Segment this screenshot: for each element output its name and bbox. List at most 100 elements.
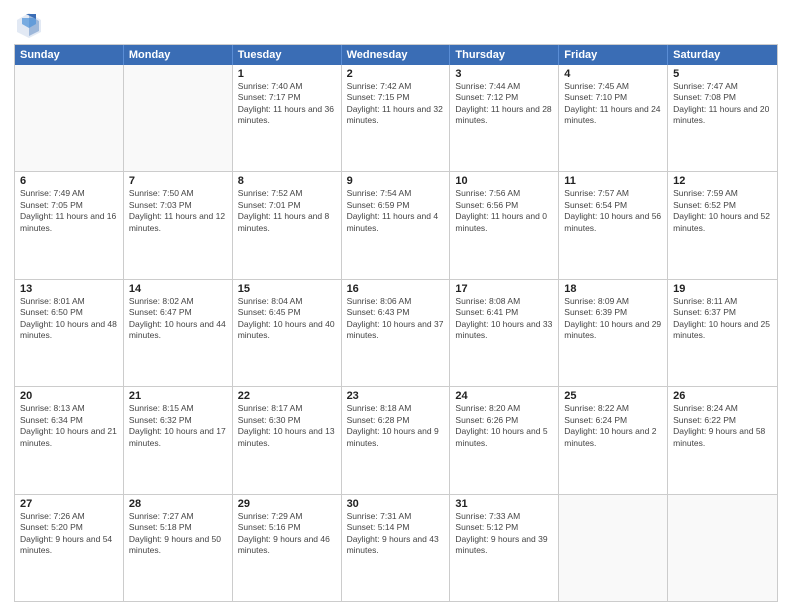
calendar-cell: 8Sunrise: 7:52 AM Sunset: 7:01 PM Daylig… bbox=[233, 172, 342, 278]
cell-content: Sunrise: 7:42 AM Sunset: 7:15 PM Dayligh… bbox=[347, 81, 445, 127]
calendar-row: 6Sunrise: 7:49 AM Sunset: 7:05 PM Daylig… bbox=[15, 172, 777, 279]
calendar-cell: 22Sunrise: 8:17 AM Sunset: 6:30 PM Dayli… bbox=[233, 387, 342, 493]
cell-content: Sunrise: 8:17 AM Sunset: 6:30 PM Dayligh… bbox=[238, 403, 336, 449]
cell-content: Sunrise: 7:57 AM Sunset: 6:54 PM Dayligh… bbox=[564, 188, 662, 234]
calendar-cell: 4Sunrise: 7:45 AM Sunset: 7:10 PM Daylig… bbox=[559, 65, 668, 171]
day-number: 2 bbox=[347, 68, 445, 80]
day-number: 18 bbox=[564, 283, 662, 295]
day-number: 21 bbox=[129, 390, 227, 402]
day-number: 23 bbox=[347, 390, 445, 402]
calendar-cell bbox=[15, 65, 124, 171]
calendar-cell: 27Sunrise: 7:26 AM Sunset: 5:20 PM Dayli… bbox=[15, 495, 124, 601]
day-number: 4 bbox=[564, 68, 662, 80]
calendar-cell: 26Sunrise: 8:24 AM Sunset: 6:22 PM Dayli… bbox=[668, 387, 777, 493]
calendar-cell: 25Sunrise: 8:22 AM Sunset: 6:24 PM Dayli… bbox=[559, 387, 668, 493]
calendar-header-day: Wednesday bbox=[342, 45, 451, 65]
cell-content: Sunrise: 7:26 AM Sunset: 5:20 PM Dayligh… bbox=[20, 511, 118, 557]
day-number: 14 bbox=[129, 283, 227, 295]
calendar-cell: 16Sunrise: 8:06 AM Sunset: 6:43 PM Dayli… bbox=[342, 280, 451, 386]
calendar-cell: 19Sunrise: 8:11 AM Sunset: 6:37 PM Dayli… bbox=[668, 280, 777, 386]
calendar: SundayMondayTuesdayWednesdayThursdayFrid… bbox=[14, 44, 778, 602]
calendar-cell: 24Sunrise: 8:20 AM Sunset: 6:26 PM Dayli… bbox=[450, 387, 559, 493]
calendar-header-day: Sunday bbox=[15, 45, 124, 65]
cell-content: Sunrise: 7:52 AM Sunset: 7:01 PM Dayligh… bbox=[238, 188, 336, 234]
cell-content: Sunrise: 7:50 AM Sunset: 7:03 PM Dayligh… bbox=[129, 188, 227, 234]
cell-content: Sunrise: 7:27 AM Sunset: 5:18 PM Dayligh… bbox=[129, 511, 227, 557]
day-number: 25 bbox=[564, 390, 662, 402]
cell-content: Sunrise: 7:29 AM Sunset: 5:16 PM Dayligh… bbox=[238, 511, 336, 557]
cell-content: Sunrise: 8:04 AM Sunset: 6:45 PM Dayligh… bbox=[238, 296, 336, 342]
day-number: 31 bbox=[455, 498, 553, 510]
day-number: 20 bbox=[20, 390, 118, 402]
calendar-row: 13Sunrise: 8:01 AM Sunset: 6:50 PM Dayli… bbox=[15, 280, 777, 387]
cell-content: Sunrise: 8:20 AM Sunset: 6:26 PM Dayligh… bbox=[455, 403, 553, 449]
cell-content: Sunrise: 8:18 AM Sunset: 6:28 PM Dayligh… bbox=[347, 403, 445, 449]
calendar-cell: 1Sunrise: 7:40 AM Sunset: 7:17 PM Daylig… bbox=[233, 65, 342, 171]
day-number: 26 bbox=[673, 390, 772, 402]
logo bbox=[14, 10, 48, 40]
calendar-cell bbox=[559, 495, 668, 601]
day-number: 30 bbox=[347, 498, 445, 510]
day-number: 6 bbox=[20, 175, 118, 187]
cell-content: Sunrise: 8:24 AM Sunset: 6:22 PM Dayligh… bbox=[673, 403, 772, 449]
calendar-cell: 18Sunrise: 8:09 AM Sunset: 6:39 PM Dayli… bbox=[559, 280, 668, 386]
calendar-cell bbox=[668, 495, 777, 601]
cell-content: Sunrise: 8:22 AM Sunset: 6:24 PM Dayligh… bbox=[564, 403, 662, 449]
cell-content: Sunrise: 8:08 AM Sunset: 6:41 PM Dayligh… bbox=[455, 296, 553, 342]
calendar-header: SundayMondayTuesdayWednesdayThursdayFrid… bbox=[15, 45, 777, 65]
cell-content: Sunrise: 8:15 AM Sunset: 6:32 PM Dayligh… bbox=[129, 403, 227, 449]
calendar-cell: 20Sunrise: 8:13 AM Sunset: 6:34 PM Dayli… bbox=[15, 387, 124, 493]
day-number: 3 bbox=[455, 68, 553, 80]
cell-content: Sunrise: 8:06 AM Sunset: 6:43 PM Dayligh… bbox=[347, 296, 445, 342]
calendar-header-day: Saturday bbox=[668, 45, 777, 65]
cell-content: Sunrise: 7:45 AM Sunset: 7:10 PM Dayligh… bbox=[564, 81, 662, 127]
cell-content: Sunrise: 7:40 AM Sunset: 7:17 PM Dayligh… bbox=[238, 81, 336, 127]
header bbox=[14, 10, 778, 40]
calendar-cell: 6Sunrise: 7:49 AM Sunset: 7:05 PM Daylig… bbox=[15, 172, 124, 278]
cell-content: Sunrise: 7:33 AM Sunset: 5:12 PM Dayligh… bbox=[455, 511, 553, 557]
day-number: 11 bbox=[564, 175, 662, 187]
day-number: 5 bbox=[673, 68, 772, 80]
cell-content: Sunrise: 7:47 AM Sunset: 7:08 PM Dayligh… bbox=[673, 81, 772, 127]
cell-content: Sunrise: 7:54 AM Sunset: 6:59 PM Dayligh… bbox=[347, 188, 445, 234]
day-number: 1 bbox=[238, 68, 336, 80]
calendar-cell: 17Sunrise: 8:08 AM Sunset: 6:41 PM Dayli… bbox=[450, 280, 559, 386]
calendar-header-day: Tuesday bbox=[233, 45, 342, 65]
day-number: 22 bbox=[238, 390, 336, 402]
calendar-header-day: Thursday bbox=[450, 45, 559, 65]
day-number: 19 bbox=[673, 283, 772, 295]
day-number: 29 bbox=[238, 498, 336, 510]
calendar-row: 20Sunrise: 8:13 AM Sunset: 6:34 PM Dayli… bbox=[15, 387, 777, 494]
calendar-header-day: Friday bbox=[559, 45, 668, 65]
day-number: 15 bbox=[238, 283, 336, 295]
calendar-cell: 9Sunrise: 7:54 AM Sunset: 6:59 PM Daylig… bbox=[342, 172, 451, 278]
day-number: 16 bbox=[347, 283, 445, 295]
calendar-row: 1Sunrise: 7:40 AM Sunset: 7:17 PM Daylig… bbox=[15, 65, 777, 172]
cell-content: Sunrise: 7:31 AM Sunset: 5:14 PM Dayligh… bbox=[347, 511, 445, 557]
day-number: 8 bbox=[238, 175, 336, 187]
cell-content: Sunrise: 8:09 AM Sunset: 6:39 PM Dayligh… bbox=[564, 296, 662, 342]
day-number: 9 bbox=[347, 175, 445, 187]
cell-content: Sunrise: 7:44 AM Sunset: 7:12 PM Dayligh… bbox=[455, 81, 553, 127]
calendar-cell: 13Sunrise: 8:01 AM Sunset: 6:50 PM Dayli… bbox=[15, 280, 124, 386]
day-number: 28 bbox=[129, 498, 227, 510]
calendar-cell: 28Sunrise: 7:27 AM Sunset: 5:18 PM Dayli… bbox=[124, 495, 233, 601]
day-number: 7 bbox=[129, 175, 227, 187]
calendar-cell: 31Sunrise: 7:33 AM Sunset: 5:12 PM Dayli… bbox=[450, 495, 559, 601]
calendar-cell: 23Sunrise: 8:18 AM Sunset: 6:28 PM Dayli… bbox=[342, 387, 451, 493]
cell-content: Sunrise: 8:11 AM Sunset: 6:37 PM Dayligh… bbox=[673, 296, 772, 342]
cell-content: Sunrise: 8:13 AM Sunset: 6:34 PM Dayligh… bbox=[20, 403, 118, 449]
day-number: 24 bbox=[455, 390, 553, 402]
calendar-cell: 14Sunrise: 8:02 AM Sunset: 6:47 PM Dayli… bbox=[124, 280, 233, 386]
calendar-cell: 7Sunrise: 7:50 AM Sunset: 7:03 PM Daylig… bbox=[124, 172, 233, 278]
day-number: 12 bbox=[673, 175, 772, 187]
calendar-cell: 5Sunrise: 7:47 AM Sunset: 7:08 PM Daylig… bbox=[668, 65, 777, 171]
page: SundayMondayTuesdayWednesdayThursdayFrid… bbox=[0, 0, 792, 612]
logo-icon bbox=[14, 10, 44, 40]
calendar-cell: 2Sunrise: 7:42 AM Sunset: 7:15 PM Daylig… bbox=[342, 65, 451, 171]
day-number: 17 bbox=[455, 283, 553, 295]
calendar-row: 27Sunrise: 7:26 AM Sunset: 5:20 PM Dayli… bbox=[15, 495, 777, 601]
calendar-cell: 21Sunrise: 8:15 AM Sunset: 6:32 PM Dayli… bbox=[124, 387, 233, 493]
cell-content: Sunrise: 8:02 AM Sunset: 6:47 PM Dayligh… bbox=[129, 296, 227, 342]
cell-content: Sunrise: 7:49 AM Sunset: 7:05 PM Dayligh… bbox=[20, 188, 118, 234]
